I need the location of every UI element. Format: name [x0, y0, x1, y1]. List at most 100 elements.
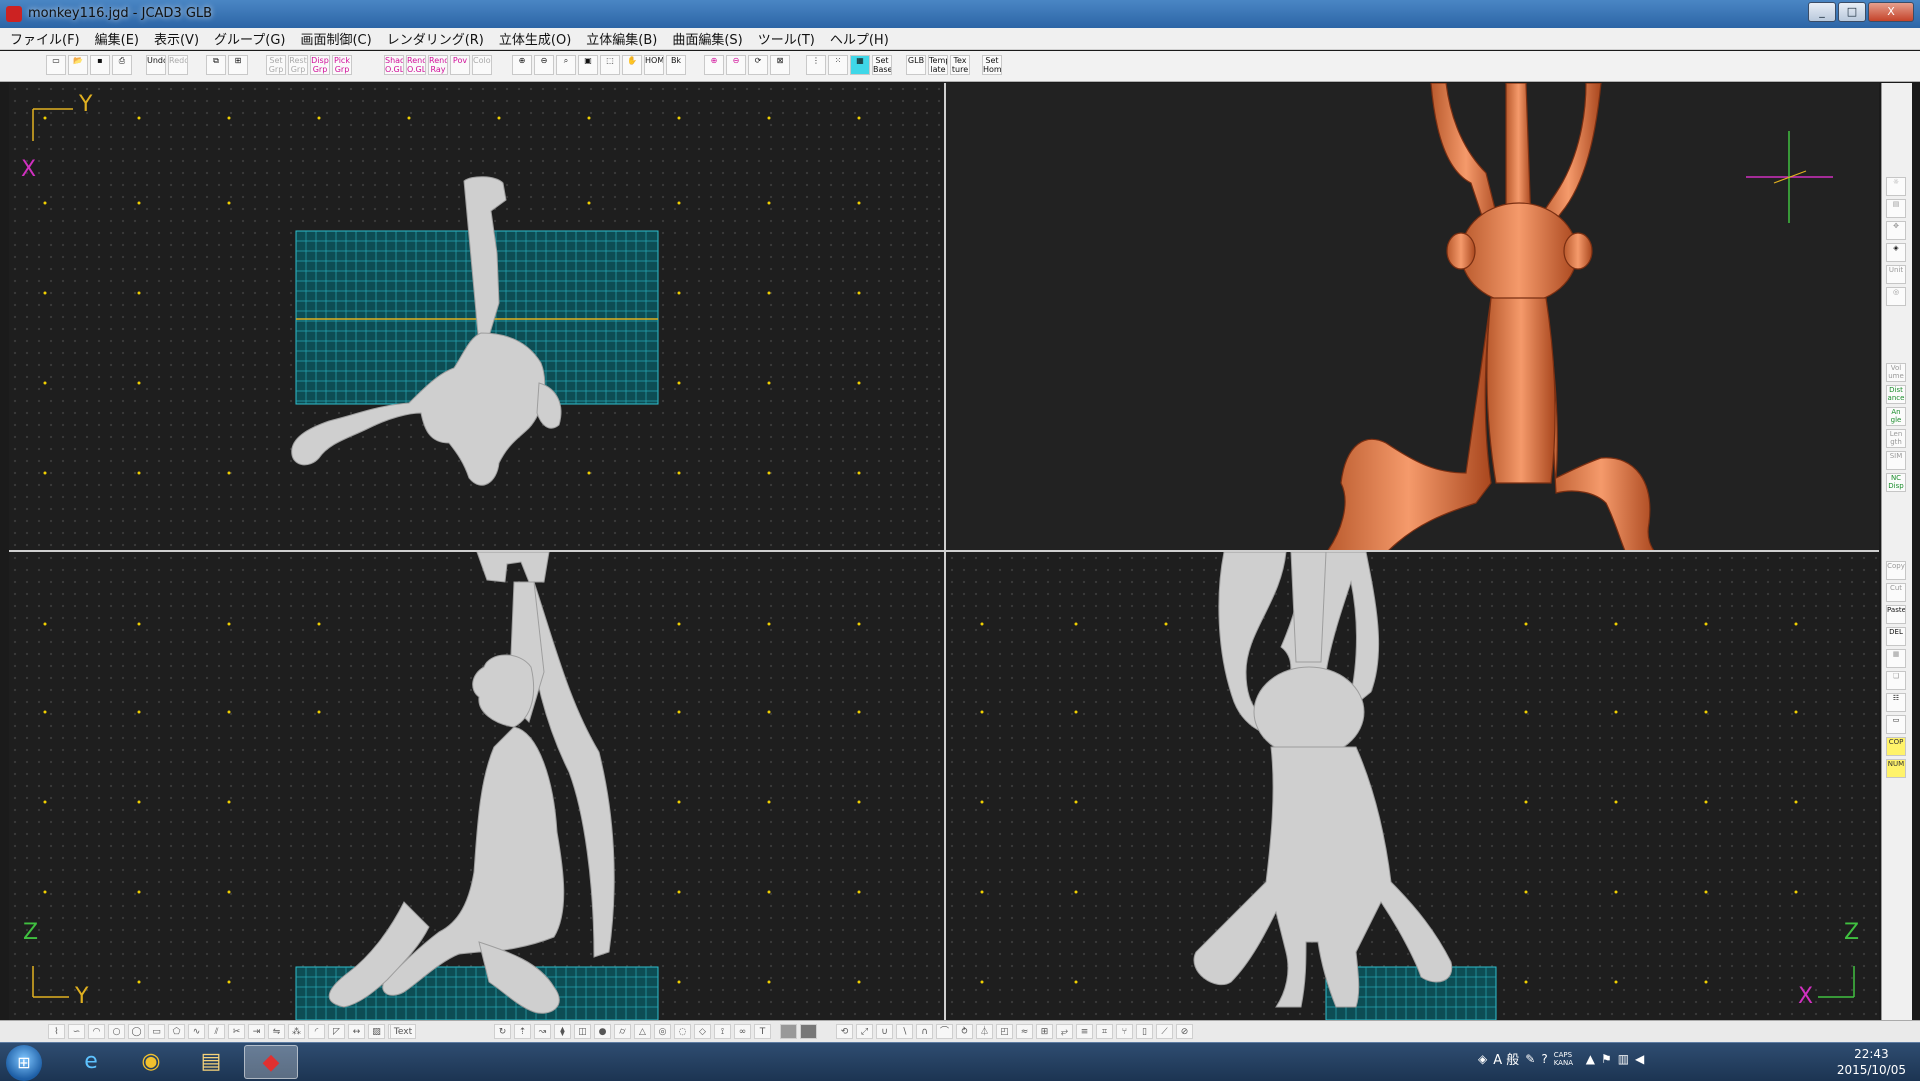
rotate-tool-icon[interactable]: ⟲ [836, 1024, 853, 1039]
ellipse-icon[interactable]: ◯ [128, 1024, 145, 1039]
array-icon[interactable]: ⁂ [288, 1024, 305, 1039]
torus-icon[interactable]: ◎ [654, 1024, 671, 1039]
rectangle-icon[interactable]: ▭ [148, 1024, 165, 1039]
close-button[interactable]: X [1868, 2, 1914, 22]
cylinder-icon[interactable]: ⌭ [614, 1024, 631, 1039]
tray-expand-icon[interactable]: ▲ [1586, 1052, 1595, 1066]
extrude-icon[interactable]: ⇡ [514, 1024, 531, 1039]
distance-button[interactable]: Dist ance [1886, 385, 1906, 404]
circle-icon[interactable]: ○ [108, 1024, 125, 1039]
menu-help[interactable]: ヘルプ(H) [830, 29, 889, 48]
grid-view-icon[interactable]: ⊞ [228, 55, 248, 75]
glb-button[interactable]: GLB [906, 55, 926, 75]
disp-group-button[interactable]: Disp Grp [310, 55, 330, 75]
taskbar-clock[interactable]: 22:43 2015/10/05 [1837, 1046, 1906, 1078]
cut-button[interactable]: Cut [1886, 583, 1906, 602]
text-3d-icon[interactable]: T [754, 1024, 771, 1039]
length-button[interactable]: Len gth [1886, 429, 1906, 448]
mirror-icon[interactable]: ⇋ [268, 1024, 285, 1039]
chamfer-icon[interactable]: ◸ [328, 1024, 345, 1039]
layers-icon[interactable]: ▦ [1886, 649, 1906, 668]
solid-color-swatch-2[interactable] [800, 1024, 817, 1039]
revolve-icon[interactable]: ↻ [494, 1024, 511, 1039]
prong-icon[interactable]: ⟟ [714, 1024, 731, 1039]
fillet-icon[interactable]: ◜ [308, 1024, 325, 1039]
save-icon[interactable]: ▪ [90, 55, 110, 75]
ring-icon[interactable]: ◌ [674, 1024, 691, 1039]
offset-icon[interactable]: ⫽ [208, 1024, 225, 1039]
arc-icon[interactable]: ◠ [88, 1024, 105, 1039]
eye-icon[interactable]: ◈ [1886, 243, 1906, 262]
face-icon[interactable]: ▯ [1136, 1024, 1153, 1039]
zoom-in-icon[interactable]: ⊕ [512, 55, 532, 75]
menu-tools[interactable]: ツール(T) [758, 29, 815, 48]
menu-solid-edit[interactable]: 立体編集(B) [586, 29, 657, 48]
angle-button[interactable]: An gle [1886, 407, 1906, 426]
boolean-union-icon[interactable]: ∪ [876, 1024, 893, 1039]
menu-solid-create[interactable]: 立体生成(O) [499, 29, 571, 48]
edge-icon[interactable]: ⟋ [1156, 1024, 1173, 1039]
sweep-icon[interactable]: ↝ [534, 1024, 551, 1039]
print-icon[interactable]: ⎙ [112, 55, 132, 75]
twist-icon[interactable]: ⥁ [956, 1024, 973, 1039]
security-icon[interactable]: ◈ [1478, 1052, 1487, 1066]
minimize-button[interactable]: _ [1808, 2, 1836, 22]
menu-file[interactable]: ファイル(F) [10, 29, 80, 48]
bend-icon[interactable]: ⌒ [936, 1024, 953, 1039]
home-view-button[interactable]: HOME [644, 55, 664, 75]
smooth-icon[interactable]: ≈ [1016, 1024, 1033, 1039]
fork-icon[interactable]: ⑂ [1116, 1024, 1133, 1039]
zoom-fit-icon[interactable]: ⬚ [600, 55, 620, 75]
curve-icon[interactable]: ∽ [68, 1024, 85, 1039]
set-base-button[interactable]: Set Base [872, 55, 892, 75]
template-button[interactable]: Temp late [928, 55, 948, 75]
zoom-red-in-icon[interactable]: ⊕ [704, 55, 724, 75]
undo-button[interactable]: Undo [146, 55, 166, 75]
measure-icon[interactable]: ⊘ [1176, 1024, 1193, 1039]
unit-button[interactable]: Unit [1886, 265, 1906, 284]
grid-toggle-icon[interactable]: ▦ [850, 55, 870, 75]
start-button[interactable]: ⊞ [6, 1045, 42, 1081]
chrome-browser-icon[interactable]: ◉ [124, 1045, 178, 1079]
subdivide-icon[interactable]: ⊞ [1036, 1024, 1053, 1039]
snap-grid-icon[interactable]: ⁙ [828, 55, 848, 75]
light-icon[interactable]: ☼ [1886, 177, 1906, 196]
render-ogl-button[interactable]: Rend O.GL [406, 55, 426, 75]
volume-button[interactable]: Vol ume [1886, 363, 1906, 382]
target-icon[interactable]: ◎ [1886, 287, 1906, 306]
view-frame-icon[interactable]: ⊠ [770, 55, 790, 75]
viewport-top[interactable]: Y X [9, 83, 944, 550]
open-folder-icon[interactable]: 📂 [68, 55, 88, 75]
ime-indicator[interactable]: A 般 [1493, 1049, 1519, 1068]
dimension-icon[interactable]: ▭ [1886, 715, 1906, 734]
menu-surface-edit[interactable]: 曲面編集(S) [672, 29, 742, 48]
solid-color-swatch[interactable] [780, 1024, 797, 1039]
redo-button[interactable]: Redo [168, 55, 188, 75]
speaker-icon[interactable]: ◀ [1635, 1052, 1644, 1066]
view-rotate-icon[interactable]: ⟳ [748, 55, 768, 75]
viewport-perspective[interactable] [946, 83, 1879, 550]
sim-button[interactable]: SIM [1886, 451, 1906, 470]
zoom-window-icon[interactable]: ⌕ [556, 55, 576, 75]
menu-screen-control[interactable]: 画面制御(C) [300, 29, 371, 48]
network-icon[interactable]: ▥ [1618, 1052, 1629, 1066]
text-tool-button[interactable]: Text [390, 1024, 416, 1039]
set-home-button[interactable]: Set Home [982, 55, 1002, 75]
shade-ogl-button[interactable]: Shad O.GL [384, 55, 404, 75]
stack-icon[interactable]: ❏ [1886, 671, 1906, 690]
cone-icon[interactable]: △ [634, 1024, 651, 1039]
ie-browser-icon[interactable]: e [64, 1045, 118, 1079]
texture-button[interactable]: Tex ture [950, 55, 970, 75]
viewport-front[interactable]: Z X [946, 552, 1879, 1020]
box-icon[interactable]: ◫ [574, 1024, 591, 1039]
help-icon[interactable]: ? [1541, 1052, 1547, 1066]
boolean-subtract-icon[interactable]: ∖ [896, 1024, 913, 1039]
explorer-folder-icon[interactable]: ▤ [184, 1045, 238, 1079]
ime-tools-icon[interactable]: ✎ [1525, 1052, 1535, 1066]
num-button[interactable]: NUM [1886, 759, 1906, 778]
zoom-all-icon[interactable]: ▣ [578, 55, 598, 75]
new-file-icon[interactable]: ▭ [46, 55, 66, 75]
move-icon[interactable]: ✥ [1886, 221, 1906, 240]
viewport-side[interactable]: Z Y [9, 552, 944, 1020]
maximize-button[interactable]: □ [1838, 2, 1866, 22]
